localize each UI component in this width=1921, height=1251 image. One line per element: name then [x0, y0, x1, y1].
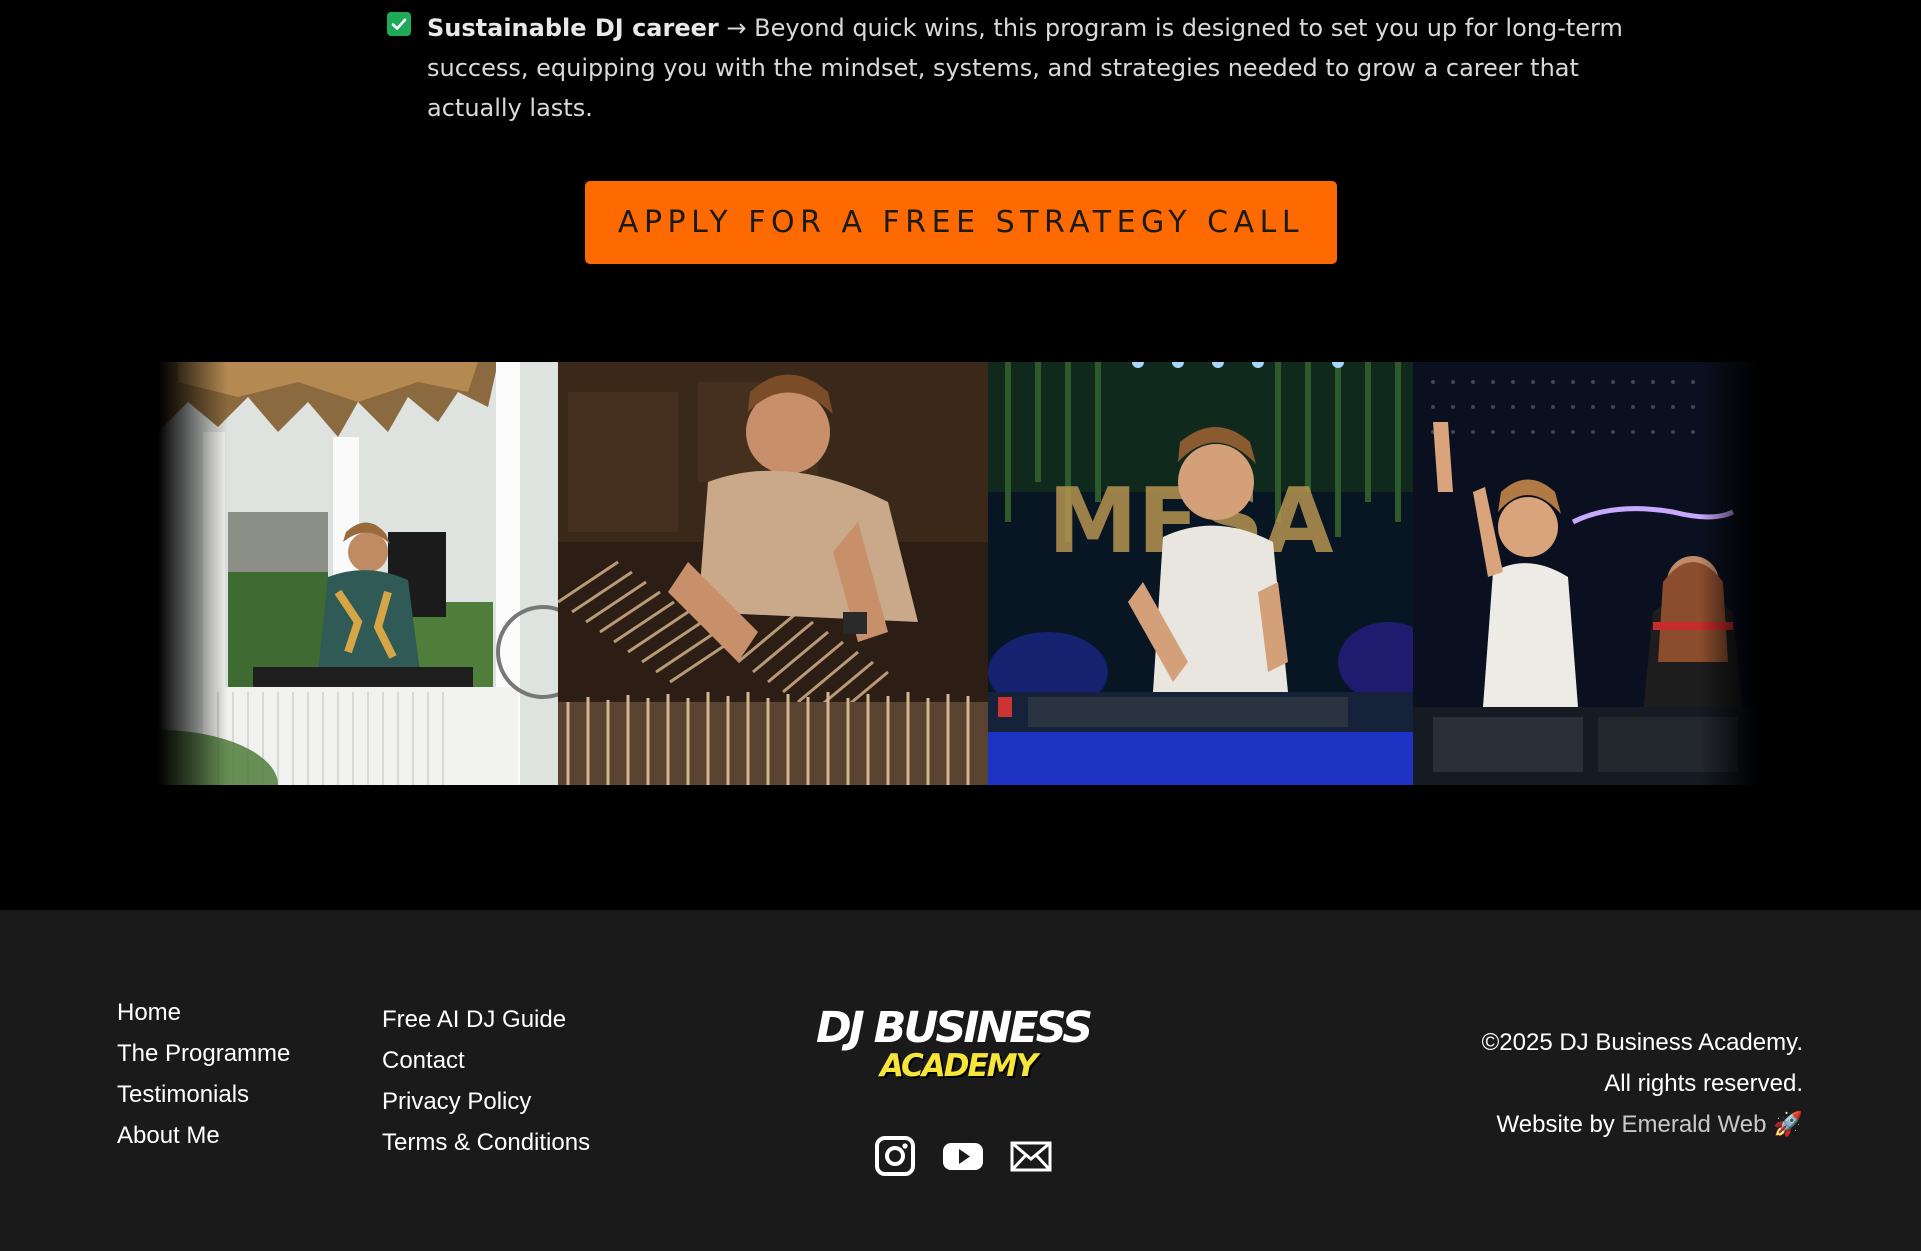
social-links	[873, 1134, 1053, 1178]
instagram-icon[interactable]	[873, 1134, 917, 1178]
footer-link-contact[interactable]: Contact	[382, 1040, 590, 1081]
footer-logo[interactable]: DJ BUSINESS ACADEMY	[816, 1005, 1106, 1085]
footer-nav-secondary: Free AI DJ Guide Contact Privacy Policy …	[382, 999, 590, 1163]
footer-link-privacy[interactable]: Privacy Policy	[382, 1081, 590, 1122]
gallery-photo-club-mesa: MESA	[988, 362, 1413, 785]
gallery-fade-right	[1700, 362, 1760, 785]
checkmark-icon	[387, 12, 411, 36]
footer-copyright: ©2025 DJ Business Academy. All rights re…	[1482, 1022, 1803, 1145]
photo-gallery: MESA	[158, 362, 1758, 785]
logo-line-2: ACADEMY	[880, 1048, 1038, 1084]
benefit-text: Sustainable DJ career → Beyond quick win…	[427, 8, 1662, 128]
credit-link[interactable]: Emerald Web	[1621, 1111, 1766, 1138]
footer-link-testimonials[interactable]: Testimonials	[117, 1074, 290, 1115]
copyright-text: ©2025 DJ Business Academy.	[1481, 1029, 1803, 1056]
footer-link-home[interactable]: Home	[117, 992, 290, 1033]
rocket-icon: 🚀	[1773, 1111, 1803, 1138]
footer-link-ai-guide[interactable]: Free AI DJ Guide	[382, 999, 590, 1040]
gallery-fade-left	[158, 362, 228, 785]
credit-prefix: Website by	[1496, 1111, 1615, 1138]
apply-strategy-call-button[interactable]: APPLY FOR A FREE STRATEGY CALL	[585, 181, 1337, 264]
footer-link-about[interactable]: About Me	[117, 1115, 290, 1156]
credit-line: Website by Emerald Web 🚀	[1482, 1104, 1803, 1145]
benefit-title: Sustainable DJ career	[427, 14, 719, 42]
email-icon[interactable]	[1009, 1134, 1053, 1178]
logo-line-1: DJ BUSINESS	[816, 1003, 1093, 1053]
youtube-icon[interactable]	[941, 1134, 985, 1178]
footer-nav-primary: Home The Programme Testimonials About Me	[117, 992, 290, 1156]
gallery-photo-vinyl-crate	[558, 362, 988, 785]
site-footer: Home The Programme Testimonials About Me…	[0, 910, 1921, 1251]
footer-link-terms[interactable]: Terms & Conditions	[382, 1122, 590, 1163]
footer-link-programme[interactable]: The Programme	[117, 1033, 290, 1074]
rights-text: All rights reserved.	[1604, 1070, 1803, 1097]
arrow-icon: →	[726, 14, 747, 42]
